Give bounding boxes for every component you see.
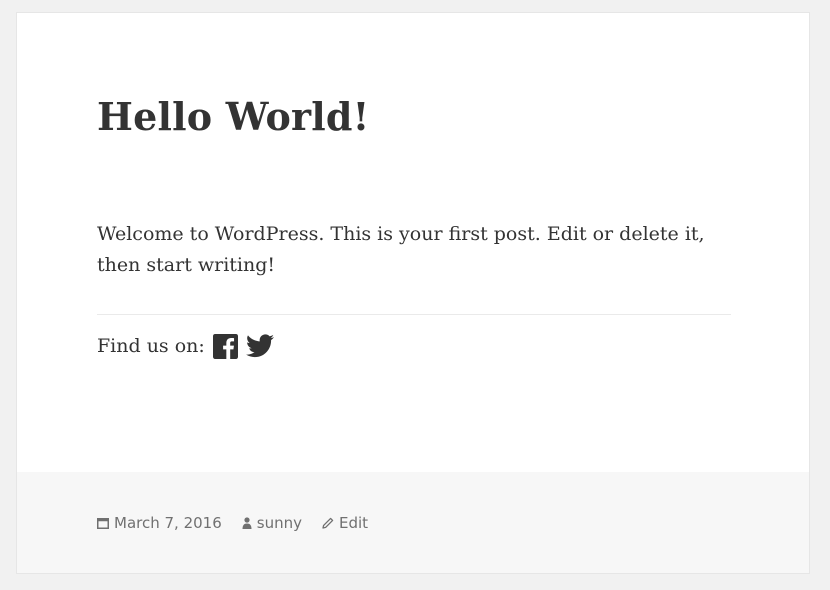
- twitter-icon: [245, 334, 274, 358]
- post-author: sunny: [256, 514, 302, 532]
- twitter-link[interactable]: [245, 334, 274, 358]
- facebook-icon: [212, 333, 238, 359]
- share-row: Find us on:: [97, 329, 282, 363]
- calendar-icon: [97, 517, 109, 529]
- content-divider: [97, 314, 731, 315]
- post-author-link[interactable]: sunny: [242, 514, 302, 532]
- entry-content-area: Hello World! Welcome to WordPress. This …: [17, 13, 809, 472]
- post-meta: March 7, 2016 sunny Edit: [97, 512, 388, 534]
- person-icon: [242, 517, 252, 529]
- post-card: Hello World! Welcome to WordPress. This …: [16, 12, 810, 574]
- facebook-link[interactable]: [212, 333, 238, 359]
- post-date: March 7, 2016: [114, 514, 222, 532]
- post-title[interactable]: Hello World!: [97, 91, 370, 143]
- post-body: Welcome to WordPress. This is your first…: [97, 223, 705, 276]
- edit-label: Edit: [338, 514, 369, 532]
- post-date-link[interactable]: March 7, 2016: [97, 514, 222, 532]
- pencil-icon: [322, 517, 334, 529]
- edit-post-link[interactable]: Edit: [322, 514, 368, 532]
- entry-footer: March 7, 2016 sunny Edit: [17, 472, 809, 573]
- share-label: Find us on:: [97, 335, 205, 357]
